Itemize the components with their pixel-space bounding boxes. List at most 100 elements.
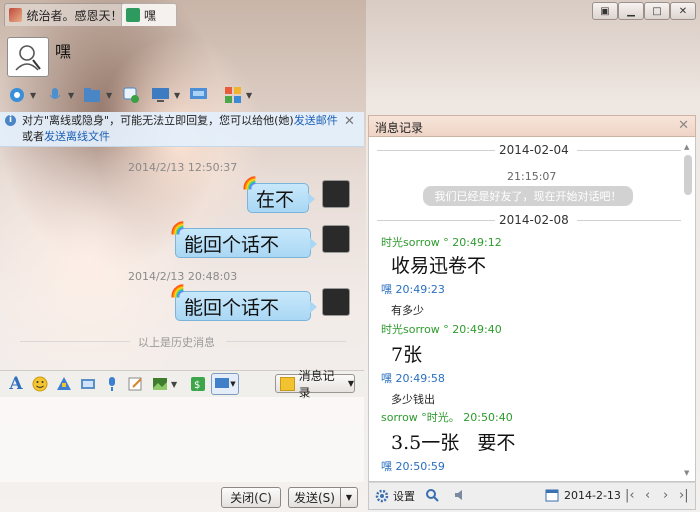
tab-label: 嘿 [144, 8, 157, 23]
shake-window-icon[interactable] [53, 374, 75, 394]
bottom-button-bar: 关闭(C) 发送(S) ▼ [0, 482, 364, 512]
bubble-tail [308, 193, 315, 205]
message-timestamp: 2014/2/13 12:50:37 [128, 161, 238, 174]
contact-name[interactable]: 嘿 [55, 38, 71, 62]
separator-line [20, 341, 130, 342]
emoji-icon[interactable] [29, 374, 51, 394]
message-record-icon [280, 376, 295, 391]
message-record-label: 消息记录 [298, 368, 335, 400]
send-image-icon[interactable] [149, 374, 171, 394]
close-icon[interactable]: ✕ [670, 2, 696, 20]
scroll-up-icon[interactable]: ▲ [684, 143, 689, 151]
remote-assist-icon[interactable] [150, 85, 172, 105]
tab-label: 统治者。感恩天！ [26, 8, 119, 23]
separator-line [377, 150, 495, 151]
scrollbar-thumb[interactable] [684, 155, 692, 195]
bubble-tail [310, 301, 317, 313]
record-message: 有多少 [391, 304, 424, 317]
chevron-down-icon[interactable]: ▼ [246, 91, 254, 100]
history-separator: 以上是历史消息 [0, 334, 364, 349]
chevron-down-icon[interactable]: ▼ [171, 380, 179, 389]
settings-button[interactable]: 设置 [375, 488, 415, 504]
contact-avatar-icon [126, 8, 140, 22]
voice-call-icon[interactable] [44, 85, 66, 105]
restore-icon[interactable]: ▣ [592, 2, 618, 20]
send-options-chevron-down-icon[interactable]: ▼ [340, 487, 358, 508]
svg-text:$: $ [194, 380, 200, 391]
system-timestamp: 21:15:07 [507, 170, 557, 183]
record-scrollbar[interactable]: ▲ ▼ [683, 143, 693, 479]
default-avatar-icon [15, 45, 41, 71]
next-page-icon[interactable]: › [663, 488, 668, 503]
title-bar: 统治者。感恩天！ 嘿 ▣ ▁ □ ✕ [0, 0, 700, 26]
separator-line [377, 220, 495, 221]
sender-avatar[interactable] [322, 225, 350, 253]
close-notice-icon[interactable]: ✕ [344, 114, 355, 130]
record-panel-footer: 设置 2014-2-13 |‹ ‹ › ›| [368, 482, 696, 510]
record-panel-title: 消息记录 [375, 121, 424, 135]
voice-message-icon[interactable] [101, 374, 123, 394]
graffiti-icon[interactable] [125, 374, 147, 394]
chat-toolbar: ▼ ▼ ▼ ▼ ▼ [6, 84, 260, 106]
video-call-icon[interactable] [6, 85, 28, 105]
send-email-link[interactable]: 发送邮件 [294, 114, 338, 127]
sparkle-icon: 🌈 [170, 221, 185, 235]
system-message: 我们已经是好友了，现在开始对话吧！ [423, 186, 633, 206]
notice-text-or: 或者 [22, 130, 44, 143]
send-button[interactable]: 发送(S) [288, 487, 340, 508]
contact-avatar-icon [9, 8, 23, 22]
magic-expression-icon[interactable] [77, 374, 99, 394]
separator-line [577, 220, 681, 221]
sender-line: 时光sorrow ° 20:49:12 [381, 236, 502, 249]
create-discussion-icon[interactable] [120, 85, 142, 105]
minimize-icon[interactable]: ▁ [618, 2, 644, 20]
send-file-icon[interactable] [82, 85, 104, 105]
history-separator-label: 以上是历史消息 [138, 336, 215, 349]
chevron-down-icon[interactable]: ▼ [106, 91, 114, 100]
sender-line: 嘿 20:50:59 [381, 460, 445, 473]
send-offline-file-link[interactable]: 发送离线文件 [44, 130, 110, 143]
contact-avatar[interactable] [7, 37, 49, 77]
record-panel-header: 消息记录 ✕ [368, 115, 696, 137]
apps-grid-icon[interactable] [222, 85, 244, 105]
date-picker[interactable]: 2014-2-13 [545, 488, 621, 502]
sender-avatar[interactable] [322, 180, 350, 208]
scroll-down-icon[interactable]: ▼ [684, 469, 689, 477]
sender-avatar[interactable] [322, 288, 350, 316]
chat-bubble[interactable]: 🌈 在不 [242, 176, 315, 213]
chevron-down-icon[interactable]: ▼ [68, 91, 76, 100]
prev-page-icon[interactable]: ‹ [645, 488, 650, 503]
speaker-icon[interactable] [453, 488, 467, 502]
tab-contact-1[interactable]: 统治者。感恩天！ [4, 3, 126, 26]
chevron-down-icon[interactable]: ▼ [174, 91, 182, 100]
first-page-icon[interactable]: |‹ [625, 488, 635, 503]
search-icon[interactable] [425, 488, 439, 502]
chat-bubble-text: 能回个话不 [184, 233, 280, 256]
tab-contact-2[interactable]: 嘿 [121, 3, 177, 26]
sparkle-icon: 🌈 [242, 176, 257, 190]
sparkle-icon: 🌈 [170, 284, 185, 298]
share-screen-icon[interactable] [188, 85, 210, 105]
bubble-tail [310, 238, 317, 250]
input-toolbar: A ▼ $ ▼ 消息记录 ▼ [0, 369, 364, 400]
font-icon[interactable]: A [5, 374, 27, 394]
message-record-button[interactable]: 消息记录 ▼ [275, 369, 355, 400]
close-panel-icon[interactable]: ✕ [678, 118, 689, 133]
chat-bubble-text: 在不 [256, 188, 295, 211]
info-icon: i [5, 115, 16, 126]
sender-line: 嘿 20:49:58 [381, 372, 445, 385]
last-page-icon[interactable]: ›| [679, 488, 689, 503]
chevron-down-icon[interactable]: ▼ [30, 91, 38, 100]
maximize-icon[interactable]: □ [644, 2, 670, 20]
record-message: 收易迅卷不 [391, 255, 487, 277]
screenshot-icon[interactable]: ▼ [211, 373, 239, 395]
chat-bubble[interactable]: 🌈 能回个话不 [170, 284, 317, 321]
close-button[interactable]: 关闭(C) [221, 487, 281, 508]
date-separator: 2014-02-08 [377, 213, 681, 227]
separator-line [226, 341, 346, 342]
chat-bubble[interactable]: 🌈 能回个话不 [170, 221, 317, 258]
send-music-icon[interactable]: $ [187, 374, 209, 394]
message-input-area[interactable] [0, 397, 364, 482]
record-message: 7张 [391, 344, 423, 366]
date-label: 2014-02-04 [499, 143, 569, 157]
